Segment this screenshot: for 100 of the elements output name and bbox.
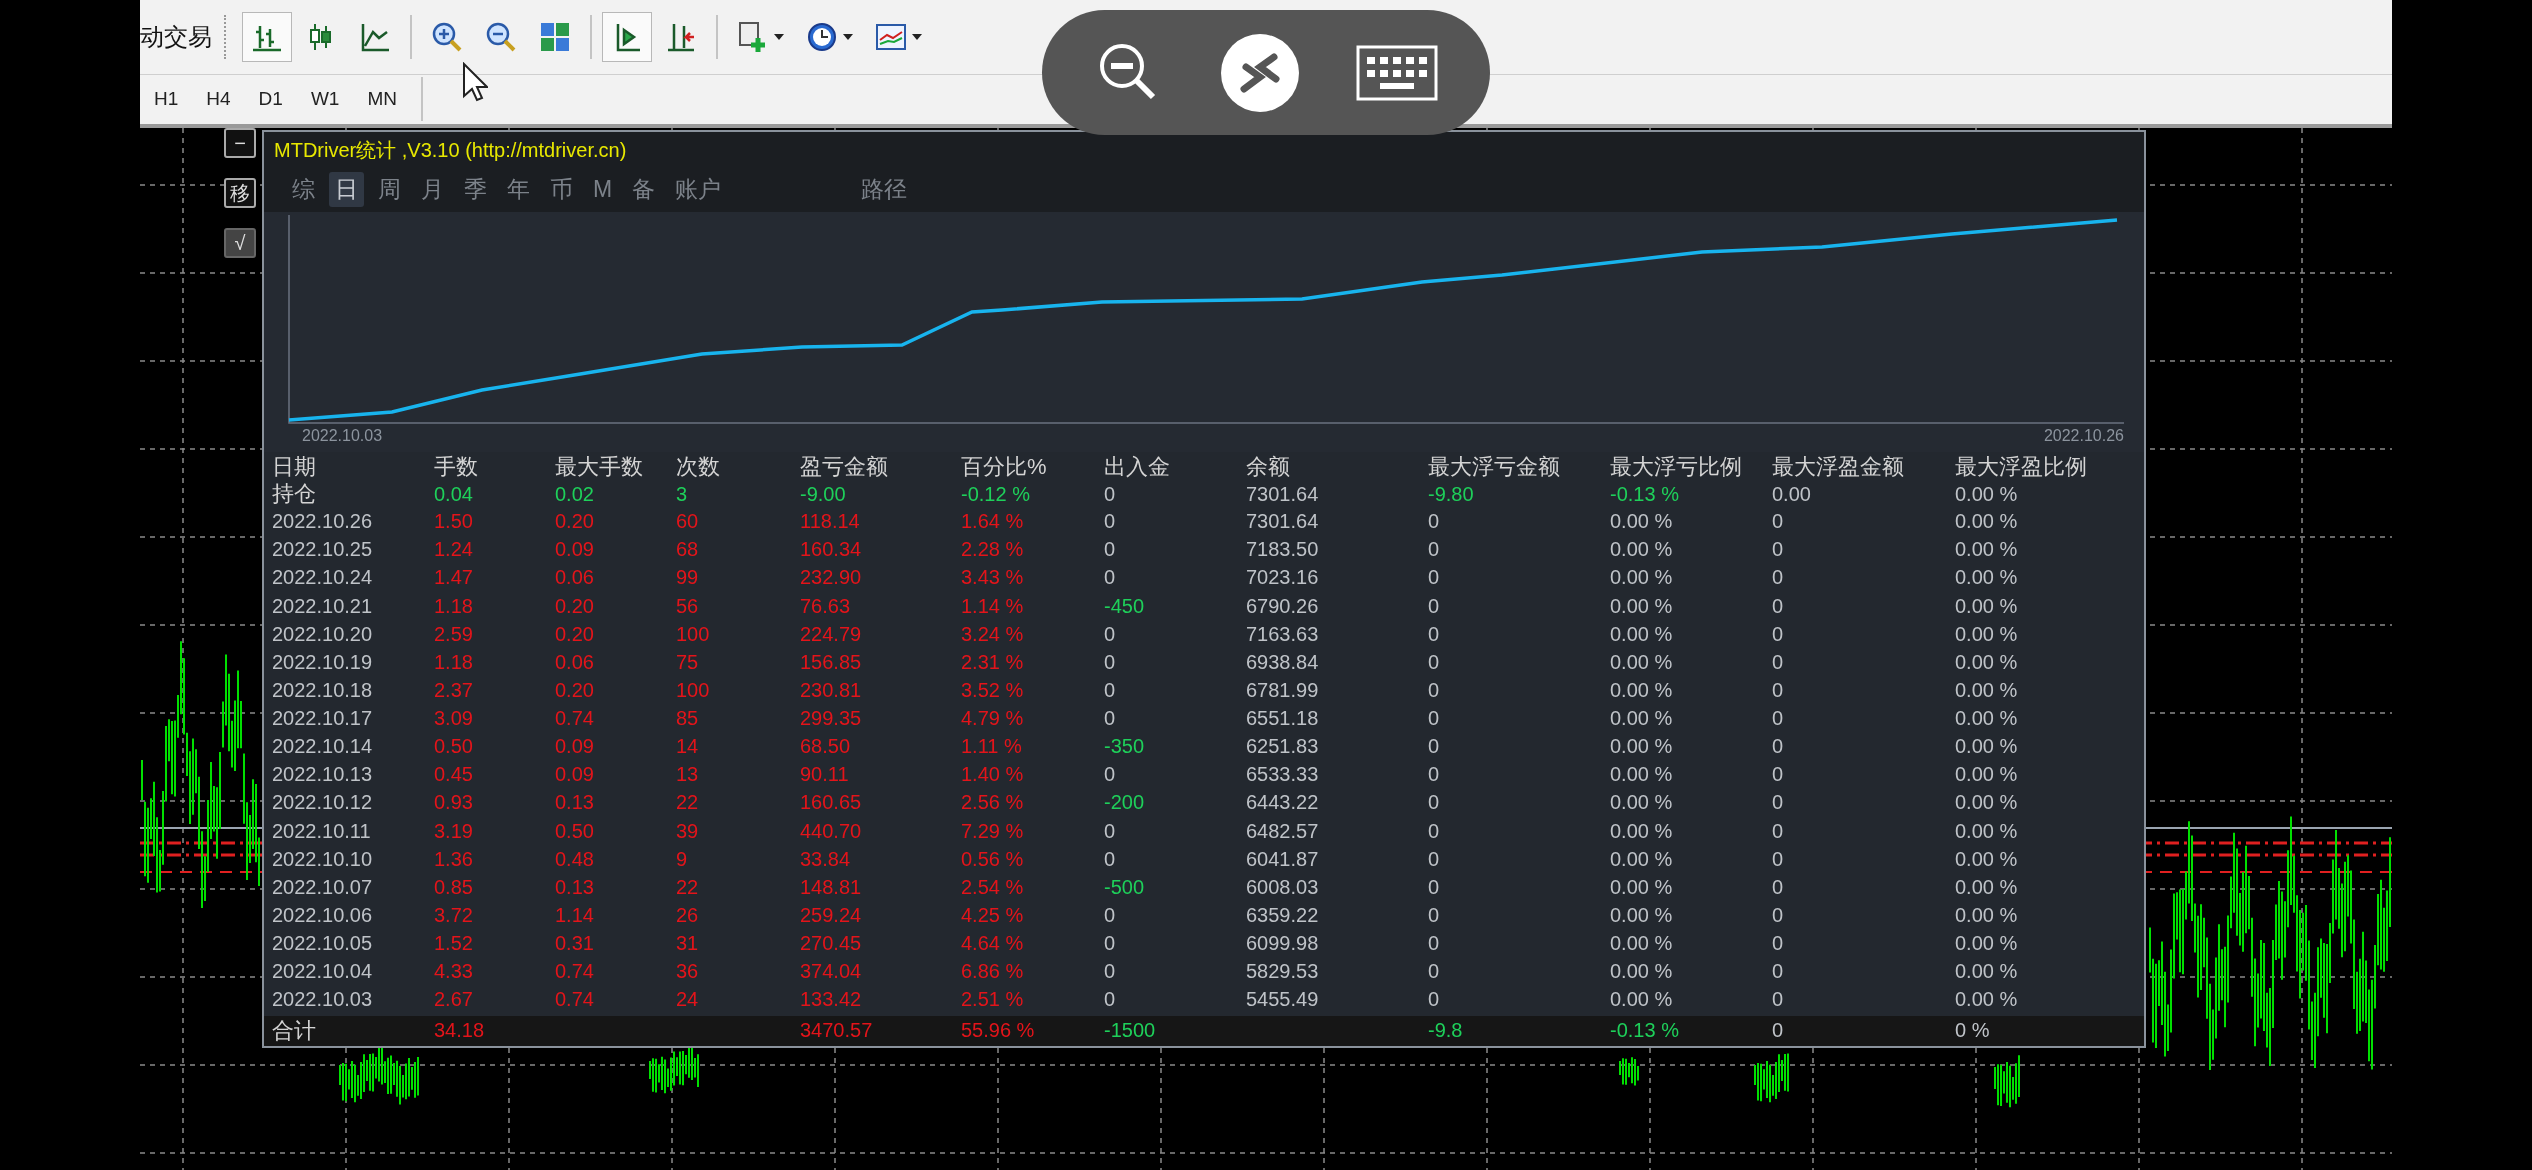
table-cell-text: 0 <box>1428 847 1441 871</box>
table-cell-text: 0 <box>1104 566 1117 590</box>
side-button[interactable]: 移 <box>224 178 256 208</box>
period-tab[interactable]: 账户 <box>669 172 728 208</box>
table-cell-text: 0 <box>1772 988 1785 1012</box>
table-cell-text: 2022.10.11 <box>272 819 372 843</box>
table-cell-text: 0.00 % <box>1955 538 2019 562</box>
table-cell-text: 0.00 % <box>1955 875 2019 899</box>
table-cell-text: 0 <box>1772 960 1785 984</box>
table-cell-text: 0 <box>1104 903 1117 927</box>
table-cell-text: 0.00 % <box>1610 650 1674 674</box>
table-cell-text: 1.40 % <box>961 763 1025 787</box>
table-cell-text: 440.70 <box>800 819 863 843</box>
period-tab[interactable]: 日 <box>329 172 364 208</box>
period-tab[interactable]: 年 <box>501 172 536 208</box>
table-cell-text: 0 <box>1772 875 1785 899</box>
table-cell-text: 1.18 <box>434 594 474 618</box>
period-tab[interactable]: M <box>587 174 619 206</box>
table-cell-text: 0.74 <box>555 707 595 731</box>
table-cell-text: 合计 <box>272 1016 317 1045</box>
timeframe-button[interactable]: W1 <box>300 84 350 114</box>
table-cell-text: 0.00 % <box>1955 988 2019 1012</box>
path-tab[interactable]: 路径 <box>855 172 914 208</box>
period-tab[interactable]: 月 <box>415 172 450 208</box>
table-cell-text: 7.29 % <box>961 819 1025 843</box>
side-button[interactable]: √ <box>224 228 256 258</box>
column-header: 最大手数 <box>555 453 644 482</box>
table-cell-text: 0.31 <box>555 932 595 956</box>
table-cell-text: 230.81 <box>800 678 863 702</box>
timeframe-button[interactable]: H4 <box>196 84 241 114</box>
table-cell-text: 6251.83 <box>1246 735 1320 759</box>
table-cell-text: 55.96 % <box>961 1019 1036 1043</box>
zoom-in-icon <box>430 20 464 54</box>
table-cell-text: 2022.10.14 <box>272 735 374 759</box>
table-cell-text: 0.00 % <box>1610 791 1674 815</box>
table-cell-text: -350 <box>1104 735 1146 759</box>
table-cell-text: 0 <box>1428 791 1441 815</box>
table-cell-text: -0.13 % <box>1610 482 1680 506</box>
period-tab[interactable]: 备 <box>626 172 662 208</box>
remote-desktop-icon[interactable] <box>1220 32 1300 113</box>
table-cell-text: 2.54 % <box>961 875 1025 899</box>
table-cell-text: 2022.10.18 <box>272 678 374 702</box>
table-cell-text: 0.02 <box>555 482 595 506</box>
autoscroll-tool-button[interactable] <box>602 12 652 62</box>
table-cell-text: 0.00 % <box>1955 482 2019 506</box>
zoom-out-icon <box>484 20 518 54</box>
panel-title: MTDriver统计 ,V3.10 (http://mtdriver.cn) <box>264 132 2144 168</box>
bars-tool-button[interactable] <box>242 12 292 62</box>
table-cell-text: 6008.03 <box>1246 875 1320 899</box>
timeframe-button[interactable]: MN <box>357 84 407 114</box>
table-cell-text: 0 <box>1772 847 1785 871</box>
table-cell-text: 100 <box>676 678 711 702</box>
table-cell-text: 4.64 % <box>961 932 1025 956</box>
table-cell-text: 5829.53 <box>1246 960 1320 984</box>
table-cell-text: 99 <box>676 566 700 590</box>
table-cell-text: 0 <box>1772 735 1785 759</box>
period-tab[interactable]: 币 <box>544 172 579 208</box>
table-cell-text: 0.00 % <box>1955 791 2019 815</box>
keyboard-icon[interactable] <box>1356 44 1438 101</box>
table-cell-text: 0.00 % <box>1610 566 1674 590</box>
table-cell-text: 0.20 <box>555 678 595 702</box>
table-cell-text: 0.13 <box>555 875 595 899</box>
table-cell-text: 0.74 <box>555 988 595 1012</box>
side-button[interactable]: − <box>224 128 256 158</box>
table-cell-text: 4.25 % <box>961 903 1025 927</box>
table-cell-text: 0 <box>1104 932 1117 956</box>
table-cell-text: -200 <box>1104 791 1146 815</box>
table-cell-text: 6790.26 <box>1246 594 1320 618</box>
period-tab[interactable]: 综 <box>286 172 321 208</box>
table-cell-text: -9.00 <box>800 482 847 506</box>
table-cell-text: 0.93 <box>434 791 474 815</box>
table-cell-text: 3.43 % <box>961 566 1025 590</box>
table-cell-text: 0.00 % <box>1610 932 1674 956</box>
table-cell-text: 22 <box>676 875 700 899</box>
table-cell-text: 2022.10.10 <box>272 847 374 871</box>
table-cell-text: -9.8 <box>1428 1019 1464 1043</box>
table-cell-text: 0 <box>1772 903 1785 927</box>
table-cell-text: 0 <box>1428 960 1441 984</box>
table-cell-text: 0.00 % <box>1610 903 1674 927</box>
table-cell-text: 0.00 % <box>1610 960 1674 984</box>
period-tab[interactable]: 周 <box>372 172 407 208</box>
tile-icon <box>538 20 572 54</box>
table-cell-text: 7023.16 <box>1246 566 1320 590</box>
table-cell-text: 0 <box>1772 622 1785 646</box>
table-cell-text: 7163.63 <box>1246 622 1320 646</box>
table-cell-text: 34.18 <box>434 1019 486 1043</box>
table-cell-text: 0 <box>1428 763 1441 787</box>
column-header: 最大浮亏金额 <box>1428 453 1561 482</box>
table-cell-text: 0 <box>1104 960 1117 984</box>
timeframe-button[interactable]: D1 <box>248 84 293 114</box>
timeframe-button[interactable]: H1 <box>144 84 189 114</box>
table-cell-text: 0.00 % <box>1955 566 2019 590</box>
table-cell-text: 0.00 % <box>1955 735 2019 759</box>
column-header: 盈亏金额 <box>800 453 889 482</box>
table-cell-text: 0.00 % <box>1610 538 1674 562</box>
table-cell-text: 0.00 % <box>1610 510 1674 534</box>
period-tab[interactable]: 季 <box>458 172 493 208</box>
table-cell-text: 0.00 % <box>1610 875 1674 899</box>
table-cell-text: 2.51 % <box>961 988 1025 1012</box>
table-cell-text: 1.14 % <box>961 594 1025 618</box>
